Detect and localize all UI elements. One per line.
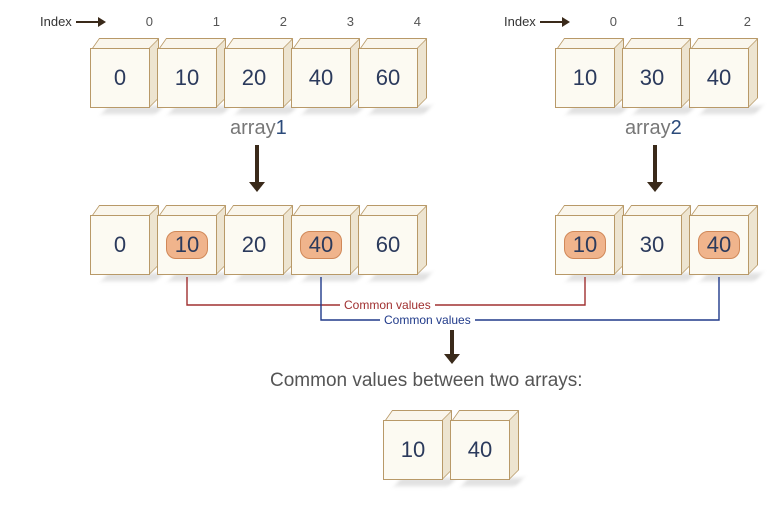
- cube: 40: [689, 48, 749, 108]
- cube: 10: [555, 215, 615, 275]
- index-label-2: Index: [504, 14, 536, 29]
- cube-value: 40: [468, 437, 492, 463]
- index-number: 2: [250, 14, 317, 29]
- array2-indices: 0 1 2: [580, 14, 769, 29]
- cube-value: 10: [573, 65, 597, 91]
- result-title: Common values between two arrays:: [270, 370, 583, 392]
- arrow-right-icon: [76, 18, 106, 26]
- index-number: 2: [714, 14, 769, 29]
- index-number: 0: [116, 14, 183, 29]
- cube: 10: [157, 48, 217, 108]
- cube: 0: [90, 215, 150, 275]
- cube-value: 60: [376, 65, 400, 91]
- cube-value-highlight: 40: [300, 231, 342, 259]
- cube: 40: [689, 215, 749, 275]
- index-number: 3: [317, 14, 384, 29]
- array-name: array: [230, 117, 276, 139]
- cube-value: 40: [707, 65, 731, 91]
- common-values-diagram: Index 0 1 2 3 4 Index 0 1 2 0 10 20 40 6…: [10, 10, 760, 500]
- index-number: 1: [183, 14, 250, 29]
- cube-value: 60: [376, 232, 400, 258]
- array1-label: array1: [230, 117, 287, 140]
- cube-value: 40: [309, 65, 333, 91]
- arrow-right-icon: [540, 18, 570, 26]
- cube-value: 30: [640, 65, 664, 91]
- array2-label: array2: [625, 117, 682, 140]
- cube: 40: [291, 215, 351, 275]
- cube: 20: [224, 48, 284, 108]
- array-number: 1: [276, 117, 287, 139]
- array1-cubes-top: 0 10 20 40 60: [90, 48, 418, 108]
- array1-cubes-highlighted: 0 10 20 40 60: [90, 215, 418, 275]
- cube-value: 10: [175, 65, 199, 91]
- cube: 10: [157, 215, 217, 275]
- cube: 40: [450, 420, 510, 480]
- cube: 30: [622, 48, 682, 108]
- cube-value: 30: [640, 232, 664, 258]
- array2-index-row: Index 0 1 2: [504, 14, 769, 29]
- index-number: 4: [384, 14, 451, 29]
- arrow-down-icon: [450, 330, 454, 355]
- cube-value: 20: [242, 65, 266, 91]
- cube: 60: [358, 48, 418, 108]
- array2-cubes-highlighted: 10 30 40: [555, 215, 749, 275]
- index-number: 1: [647, 14, 714, 29]
- result-cubes: 10 40: [383, 420, 510, 480]
- array-name: array: [625, 117, 671, 139]
- array-number: 2: [671, 117, 682, 139]
- cube: 10: [555, 48, 615, 108]
- common-values-label-1: Common values: [340, 298, 435, 312]
- cube-value: 0: [114, 232, 126, 258]
- cube: 60: [358, 215, 418, 275]
- index-label-1: Index: [40, 14, 72, 29]
- cube-value: 0: [114, 65, 126, 91]
- cube-value-highlight: 10: [564, 231, 606, 259]
- cube-value-highlight: 10: [166, 231, 208, 259]
- common-values-label-2: Common values: [380, 313, 475, 327]
- cube-value-highlight: 40: [698, 231, 740, 259]
- cube-value: 10: [401, 437, 425, 463]
- cube: 30: [622, 215, 682, 275]
- array2-cubes-top: 10 30 40: [555, 48, 749, 108]
- array1-index-row: Index 0 1 2 3 4: [40, 14, 451, 29]
- cube: 40: [291, 48, 351, 108]
- array1-indices: 0 1 2 3 4: [116, 14, 451, 29]
- arrow-down-icon: [653, 145, 657, 183]
- index-number: 0: [580, 14, 647, 29]
- cube: 0: [90, 48, 150, 108]
- cube: 20: [224, 215, 284, 275]
- arrow-down-icon: [255, 145, 259, 183]
- cube-value: 20: [242, 232, 266, 258]
- cube: 10: [383, 420, 443, 480]
